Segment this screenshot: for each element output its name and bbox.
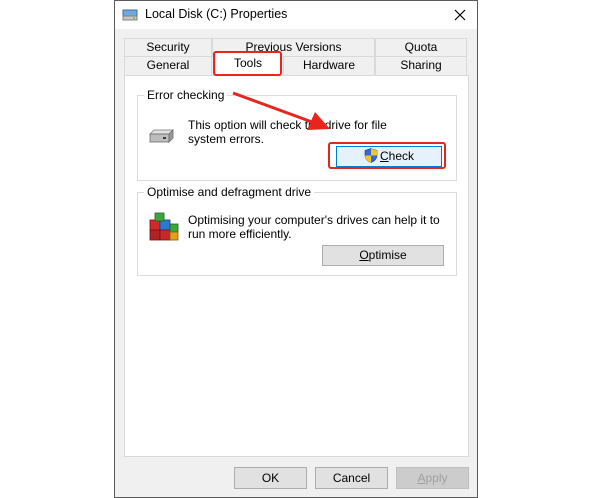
tab-sharing[interactable]: Sharing bbox=[375, 56, 467, 75]
optimise-button[interactable]: Optimise bbox=[322, 245, 444, 266]
cancel-button-label: Cancel bbox=[332, 471, 371, 485]
tab-tools[interactable]: Tools bbox=[215, 52, 281, 76]
optimise-button-label: Optimise bbox=[359, 248, 407, 262]
apply-button[interactable]: Apply bbox=[396, 467, 469, 489]
optimise-description: Optimising your computer's drives can he… bbox=[188, 213, 440, 241]
optimise-title: Optimise and defragment drive bbox=[144, 185, 315, 199]
error-checking-title: Error checking bbox=[144, 88, 228, 102]
tab-general[interactable]: General bbox=[124, 56, 212, 75]
ok-button-label: OK bbox=[261, 471, 280, 485]
check-button-label: Check bbox=[379, 149, 415, 163]
close-icon bbox=[454, 9, 466, 21]
properties-dialog: Local Disk (C:) Properties Security Prev… bbox=[114, 0, 478, 498]
uac-shield-icon bbox=[364, 148, 378, 169]
drive-icon bbox=[122, 9, 138, 21]
error-checking-group: Error checking This option will check th… bbox=[137, 88, 457, 181]
apply-button-label: Apply bbox=[417, 471, 448, 485]
error-checking-description: This option will check the drive for fil… bbox=[188, 118, 387, 146]
title-bar: Local Disk (C:) Properties bbox=[115, 1, 477, 29]
ok-button[interactable]: OK bbox=[234, 467, 307, 489]
defrag-icon bbox=[148, 211, 180, 246]
check-button[interactable]: Check bbox=[336, 146, 442, 167]
window-title: Local Disk (C:) Properties bbox=[145, 7, 288, 21]
optimise-group: Optimise and defragment drive Optimising… bbox=[137, 185, 457, 276]
hard-drive-icon bbox=[148, 128, 174, 147]
close-button[interactable] bbox=[443, 1, 477, 29]
tools-panel: Error checking This option will check th… bbox=[124, 75, 469, 457]
tab-quota[interactable]: Quota bbox=[375, 38, 467, 57]
tab-security[interactable]: Security bbox=[124, 38, 212, 57]
tab-hardware[interactable]: Hardware bbox=[283, 56, 375, 75]
cancel-button[interactable]: Cancel bbox=[315, 467, 388, 489]
